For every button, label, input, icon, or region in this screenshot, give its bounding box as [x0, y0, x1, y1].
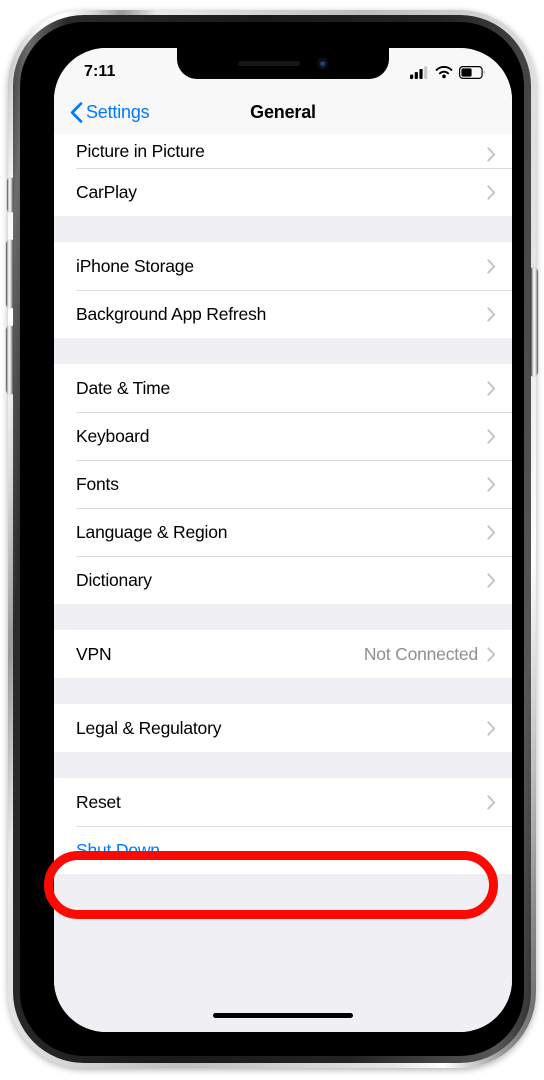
phone-screen: 7:11 General Settings Picture in Picture…	[54, 48, 512, 1032]
chevron-right-icon	[487, 147, 496, 162]
settings-group: Picture in Picture CarPlay	[54, 134, 512, 216]
settings-row-vpn[interactable]: VPN Not Connected	[54, 630, 512, 678]
row-label: VPN	[76, 643, 112, 664]
chevron-right-icon	[487, 572, 496, 588]
row-label: CarPlay	[76, 181, 137, 202]
settings-list[interactable]: Picture in Picture CarPlay iPhone Storage B…	[54, 134, 512, 1032]
chevron-right-icon	[487, 258, 496, 274]
settings-group: Reset Shut Down	[54, 778, 512, 874]
settings-row-date-and-time[interactable]: Date & Time	[54, 364, 512, 412]
settings-row-legal-and-regulatory[interactable]: Legal & Regulatory	[54, 704, 512, 752]
power-button[interactable]	[531, 268, 538, 376]
front-camera-icon	[317, 58, 328, 69]
volume-up-button[interactable]	[6, 240, 13, 308]
settings-row-shut-down[interactable]: Shut Down	[54, 826, 512, 874]
group-separator	[54, 678, 512, 704]
chevron-left-icon	[70, 101, 83, 123]
settings-group: VPN Not Connected	[54, 630, 512, 678]
group-separator	[54, 752, 512, 778]
status-bar-time: 7:11	[84, 63, 116, 80]
chevron-right-icon	[487, 476, 496, 492]
chevron-right-icon	[487, 720, 496, 736]
settings-row-iphone-storage[interactable]: iPhone Storage	[54, 242, 512, 290]
notch	[177, 48, 389, 79]
row-label: Language & Region	[76, 521, 228, 542]
settings-row-dictionary[interactable]: Dictionary	[54, 556, 512, 604]
chevron-right-icon	[487, 184, 496, 200]
settings-group: iPhone Storage Background App Refresh	[54, 242, 512, 338]
row-label: iPhone Storage	[76, 255, 194, 276]
chevron-right-icon	[487, 794, 496, 810]
home-indicator[interactable]	[213, 1013, 353, 1018]
settings-row-reset[interactable]: Reset	[54, 778, 512, 826]
row-label: Keyboard	[76, 425, 150, 446]
chevron-right-icon	[487, 428, 496, 444]
row-label: Shut Down	[76, 839, 160, 860]
chevron-right-icon	[487, 524, 496, 540]
settings-row-language-and-region[interactable]: Language & Region	[54, 508, 512, 556]
phone-bezel: 7:11 General Settings Picture in Picture…	[20, 22, 524, 1056]
row-label: Date & Time	[76, 377, 171, 398]
chevron-right-icon	[487, 380, 496, 396]
back-button-settings[interactable]: Settings	[70, 101, 150, 123]
row-label: Background App Refresh	[76, 303, 267, 324]
status-bar-icons	[410, 65, 486, 79]
navigation-bar: General Settings	[54, 90, 512, 134]
settings-row-keyboard[interactable]: Keyboard	[54, 412, 512, 460]
group-separator	[54, 604, 512, 630]
chevron-right-icon	[487, 646, 496, 662]
row-label: Legal & Regulatory	[76, 717, 222, 738]
group-separator	[54, 338, 512, 364]
settings-group: Legal & Regulatory	[54, 704, 512, 752]
settings-group: Date & Time Keyboard Fonts Language & Regio…	[54, 364, 512, 604]
row-value: Not Connected	[363, 643, 478, 664]
row-label: Fonts	[76, 473, 119, 494]
silent-switch-button[interactable]	[7, 178, 13, 212]
volume-down-button[interactable]	[6, 326, 13, 394]
settings-row-background-app-refresh[interactable]: Background App Refresh	[54, 290, 512, 338]
row-label: Picture in Picture	[76, 141, 205, 161]
wifi-icon	[435, 65, 453, 78]
settings-row-fonts[interactable]: Fonts	[54, 460, 512, 508]
battery-icon	[459, 65, 485, 79]
settings-row-carplay[interactable]: CarPlay	[54, 168, 512, 216]
earpiece-speaker-icon	[238, 61, 300, 66]
cellular-signal-icon	[410, 65, 428, 79]
phone-frame: 7:11 General Settings Picture in Picture…	[6, 10, 538, 1068]
group-separator	[54, 216, 512, 242]
row-label: Reset	[76, 791, 121, 812]
row-label: Dictionary	[76, 569, 152, 590]
chevron-right-icon	[487, 306, 496, 322]
settings-row-picture-in-picture[interactable]: Picture in Picture	[54, 134, 512, 168]
back-button-label: Settings	[86, 101, 150, 122]
